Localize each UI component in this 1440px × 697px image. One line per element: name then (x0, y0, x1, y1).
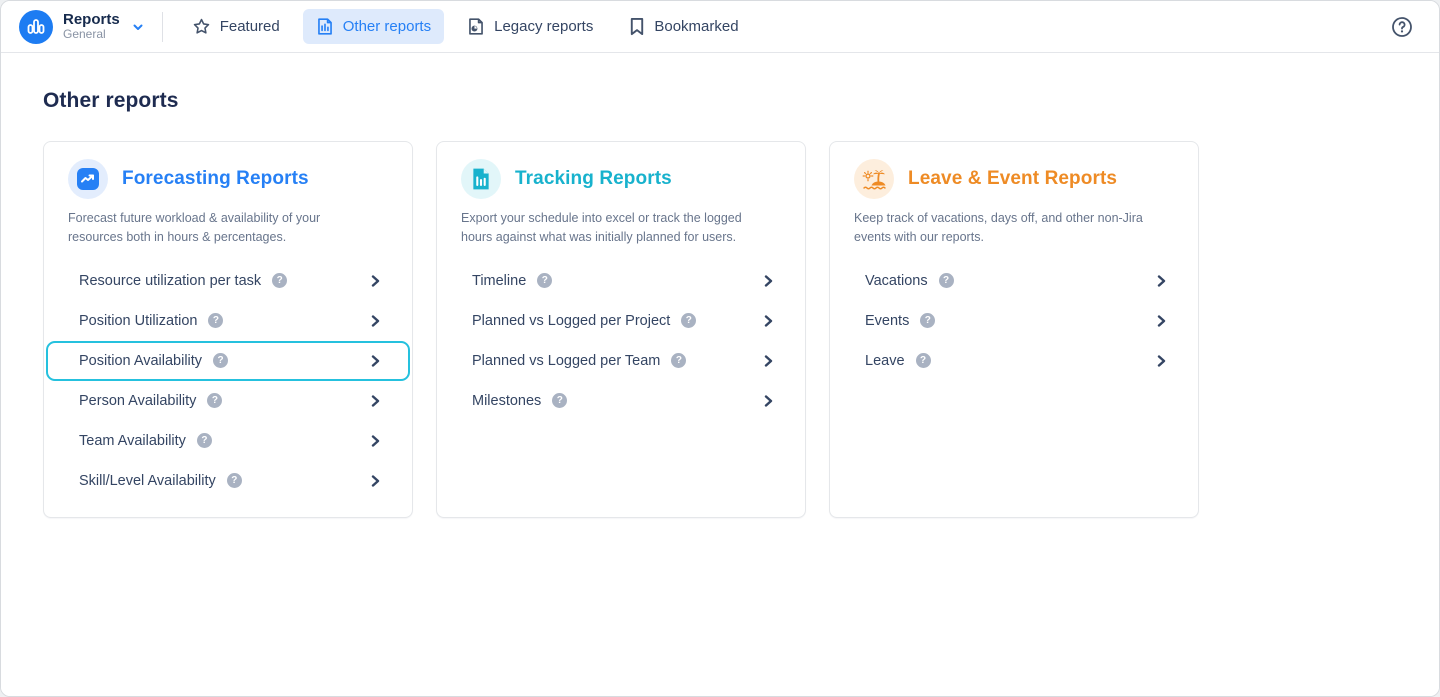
tab-bar: Featured Other reports (179, 9, 752, 44)
card-description: Export your schedule into excel or track… (437, 209, 805, 248)
report-label: Team Availability (79, 433, 186, 449)
report-link[interactable]: Leave ? (832, 341, 1196, 381)
report-link[interactable]: Timeline ? (439, 261, 803, 301)
report-link[interactable]: Resource utilization per task ? (46, 261, 410, 301)
app-title: Reports (63, 12, 120, 28)
report-link[interactable]: Team Availability ? (46, 421, 410, 461)
chevron-right-icon (764, 355, 773, 367)
chevron-right-icon (764, 315, 773, 327)
report-label: Person Availability (79, 393, 196, 409)
app-title-block: Reports General (63, 12, 120, 40)
app-window: Reports General Featured (0, 0, 1440, 697)
help-badge-icon[interactable]: ? (208, 313, 223, 328)
report-list: Timeline ? Planned vs Logged per Project… (437, 261, 805, 421)
tab-bookmarked[interactable]: Bookmarked (616, 9, 751, 44)
chevron-right-icon (371, 475, 380, 487)
tab-label: Bookmarked (654, 18, 738, 35)
tab-legacy-reports[interactable]: Legacy reports (454, 9, 606, 44)
card-title: Tracking Reports (515, 168, 672, 190)
main-content: Other reports Forecasting Reports Foreca… (1, 53, 1439, 696)
card-tracking-reports: Tracking Reports Export your schedule in… (436, 141, 806, 518)
tab-label: Other reports (343, 18, 431, 35)
card-description: Forecast future workload & availability … (44, 209, 412, 248)
topbar-divider (162, 12, 163, 42)
report-document-icon (316, 17, 334, 36)
help-badge-icon[interactable]: ? (272, 273, 287, 288)
report-link[interactable]: Person Availability ? (46, 381, 410, 421)
report-link[interactable]: Events ? (832, 301, 1196, 341)
report-label: Resource utilization per task (79, 273, 261, 289)
help-badge-icon[interactable]: ? (916, 353, 931, 368)
document-chart-icon (461, 159, 501, 199)
help-badge-icon[interactable]: ? (197, 433, 212, 448)
help-badge-icon[interactable]: ? (939, 273, 954, 288)
tab-featured[interactable]: Featured (179, 9, 293, 44)
report-label: Vacations (865, 273, 928, 289)
report-link[interactable]: Vacations ? (832, 261, 1196, 301)
report-label: Position Availability (79, 353, 202, 369)
report-label: Timeline (472, 273, 526, 289)
chevron-right-icon (1157, 355, 1166, 367)
report-label: Position Utilization (79, 313, 197, 329)
card-forecasting-reports: Forecasting Reports Forecast future work… (43, 141, 413, 518)
report-label: Milestones (472, 393, 541, 409)
app-switcher[interactable]: Reports General (19, 10, 144, 44)
tab-label: Featured (220, 18, 280, 35)
chevron-down-icon[interactable] (132, 21, 144, 33)
report-link[interactable]: Position Utilization ? (46, 301, 410, 341)
app-subtitle: General (63, 28, 120, 41)
report-link[interactable]: Planned vs Logged per Team ? (439, 341, 803, 381)
star-icon (192, 17, 211, 36)
report-list: Resource utilization per task ? Position… (44, 261, 412, 501)
chevron-right-icon (371, 435, 380, 447)
trend-up-icon (68, 159, 108, 199)
chevron-right-icon (371, 275, 380, 287)
report-label: Leave (865, 353, 905, 369)
report-link[interactable]: Position Availability ? (46, 341, 410, 381)
card-leave-event-reports: Leave & Event Reports Keep track of vaca… (829, 141, 1199, 518)
chevron-right-icon (371, 395, 380, 407)
chevron-right-icon (371, 315, 380, 327)
help-badge-icon[interactable]: ? (671, 353, 686, 368)
legacy-document-icon (467, 17, 485, 36)
report-label: Skill/Level Availability (79, 473, 216, 489)
card-description: Keep track of vacations, days off, and o… (830, 209, 1198, 248)
help-badge-icon[interactable]: ? (227, 473, 242, 488)
tab-label: Legacy reports (494, 18, 593, 35)
report-link[interactable]: Milestones ? (439, 381, 803, 421)
card-title: Forecasting Reports (122, 168, 309, 190)
report-link[interactable]: Planned vs Logged per Project ? (439, 301, 803, 341)
chevron-right-icon (371, 355, 380, 367)
report-link[interactable]: Skill/Level Availability ? (46, 461, 410, 501)
topbar: Reports General Featured (1, 1, 1439, 53)
help-badge-icon[interactable]: ? (552, 393, 567, 408)
chevron-right-icon (1157, 315, 1166, 327)
page-title: Other reports (43, 89, 1397, 113)
card-header: Tracking Reports (437, 159, 805, 199)
vacation-island-icon (854, 159, 894, 199)
help-badge-icon[interactable]: ? (681, 313, 696, 328)
report-cards: Forecasting Reports Forecast future work… (43, 141, 1397, 518)
help-badge-icon[interactable]: ? (213, 353, 228, 368)
help-badge-icon[interactable]: ? (920, 313, 935, 328)
report-label: Events (865, 313, 909, 329)
help-badge-icon[interactable]: ? (207, 393, 222, 408)
tab-other-reports[interactable]: Other reports (303, 9, 444, 44)
card-title: Leave & Event Reports (908, 168, 1117, 190)
bookmark-icon (629, 17, 645, 36)
bar-chart-logo-icon (19, 10, 53, 44)
report-list: Vacations ? Events ? Leave ? (830, 261, 1198, 381)
card-header: Forecasting Reports (44, 159, 412, 199)
chevron-right-icon (1157, 275, 1166, 287)
help-badge-icon[interactable]: ? (537, 273, 552, 288)
help-icon[interactable] (1391, 16, 1413, 38)
report-label: Planned vs Logged per Team (472, 353, 660, 369)
card-header: Leave & Event Reports (830, 159, 1198, 199)
report-label: Planned vs Logged per Project (472, 313, 670, 329)
chevron-right-icon (764, 275, 773, 287)
chevron-right-icon (764, 395, 773, 407)
